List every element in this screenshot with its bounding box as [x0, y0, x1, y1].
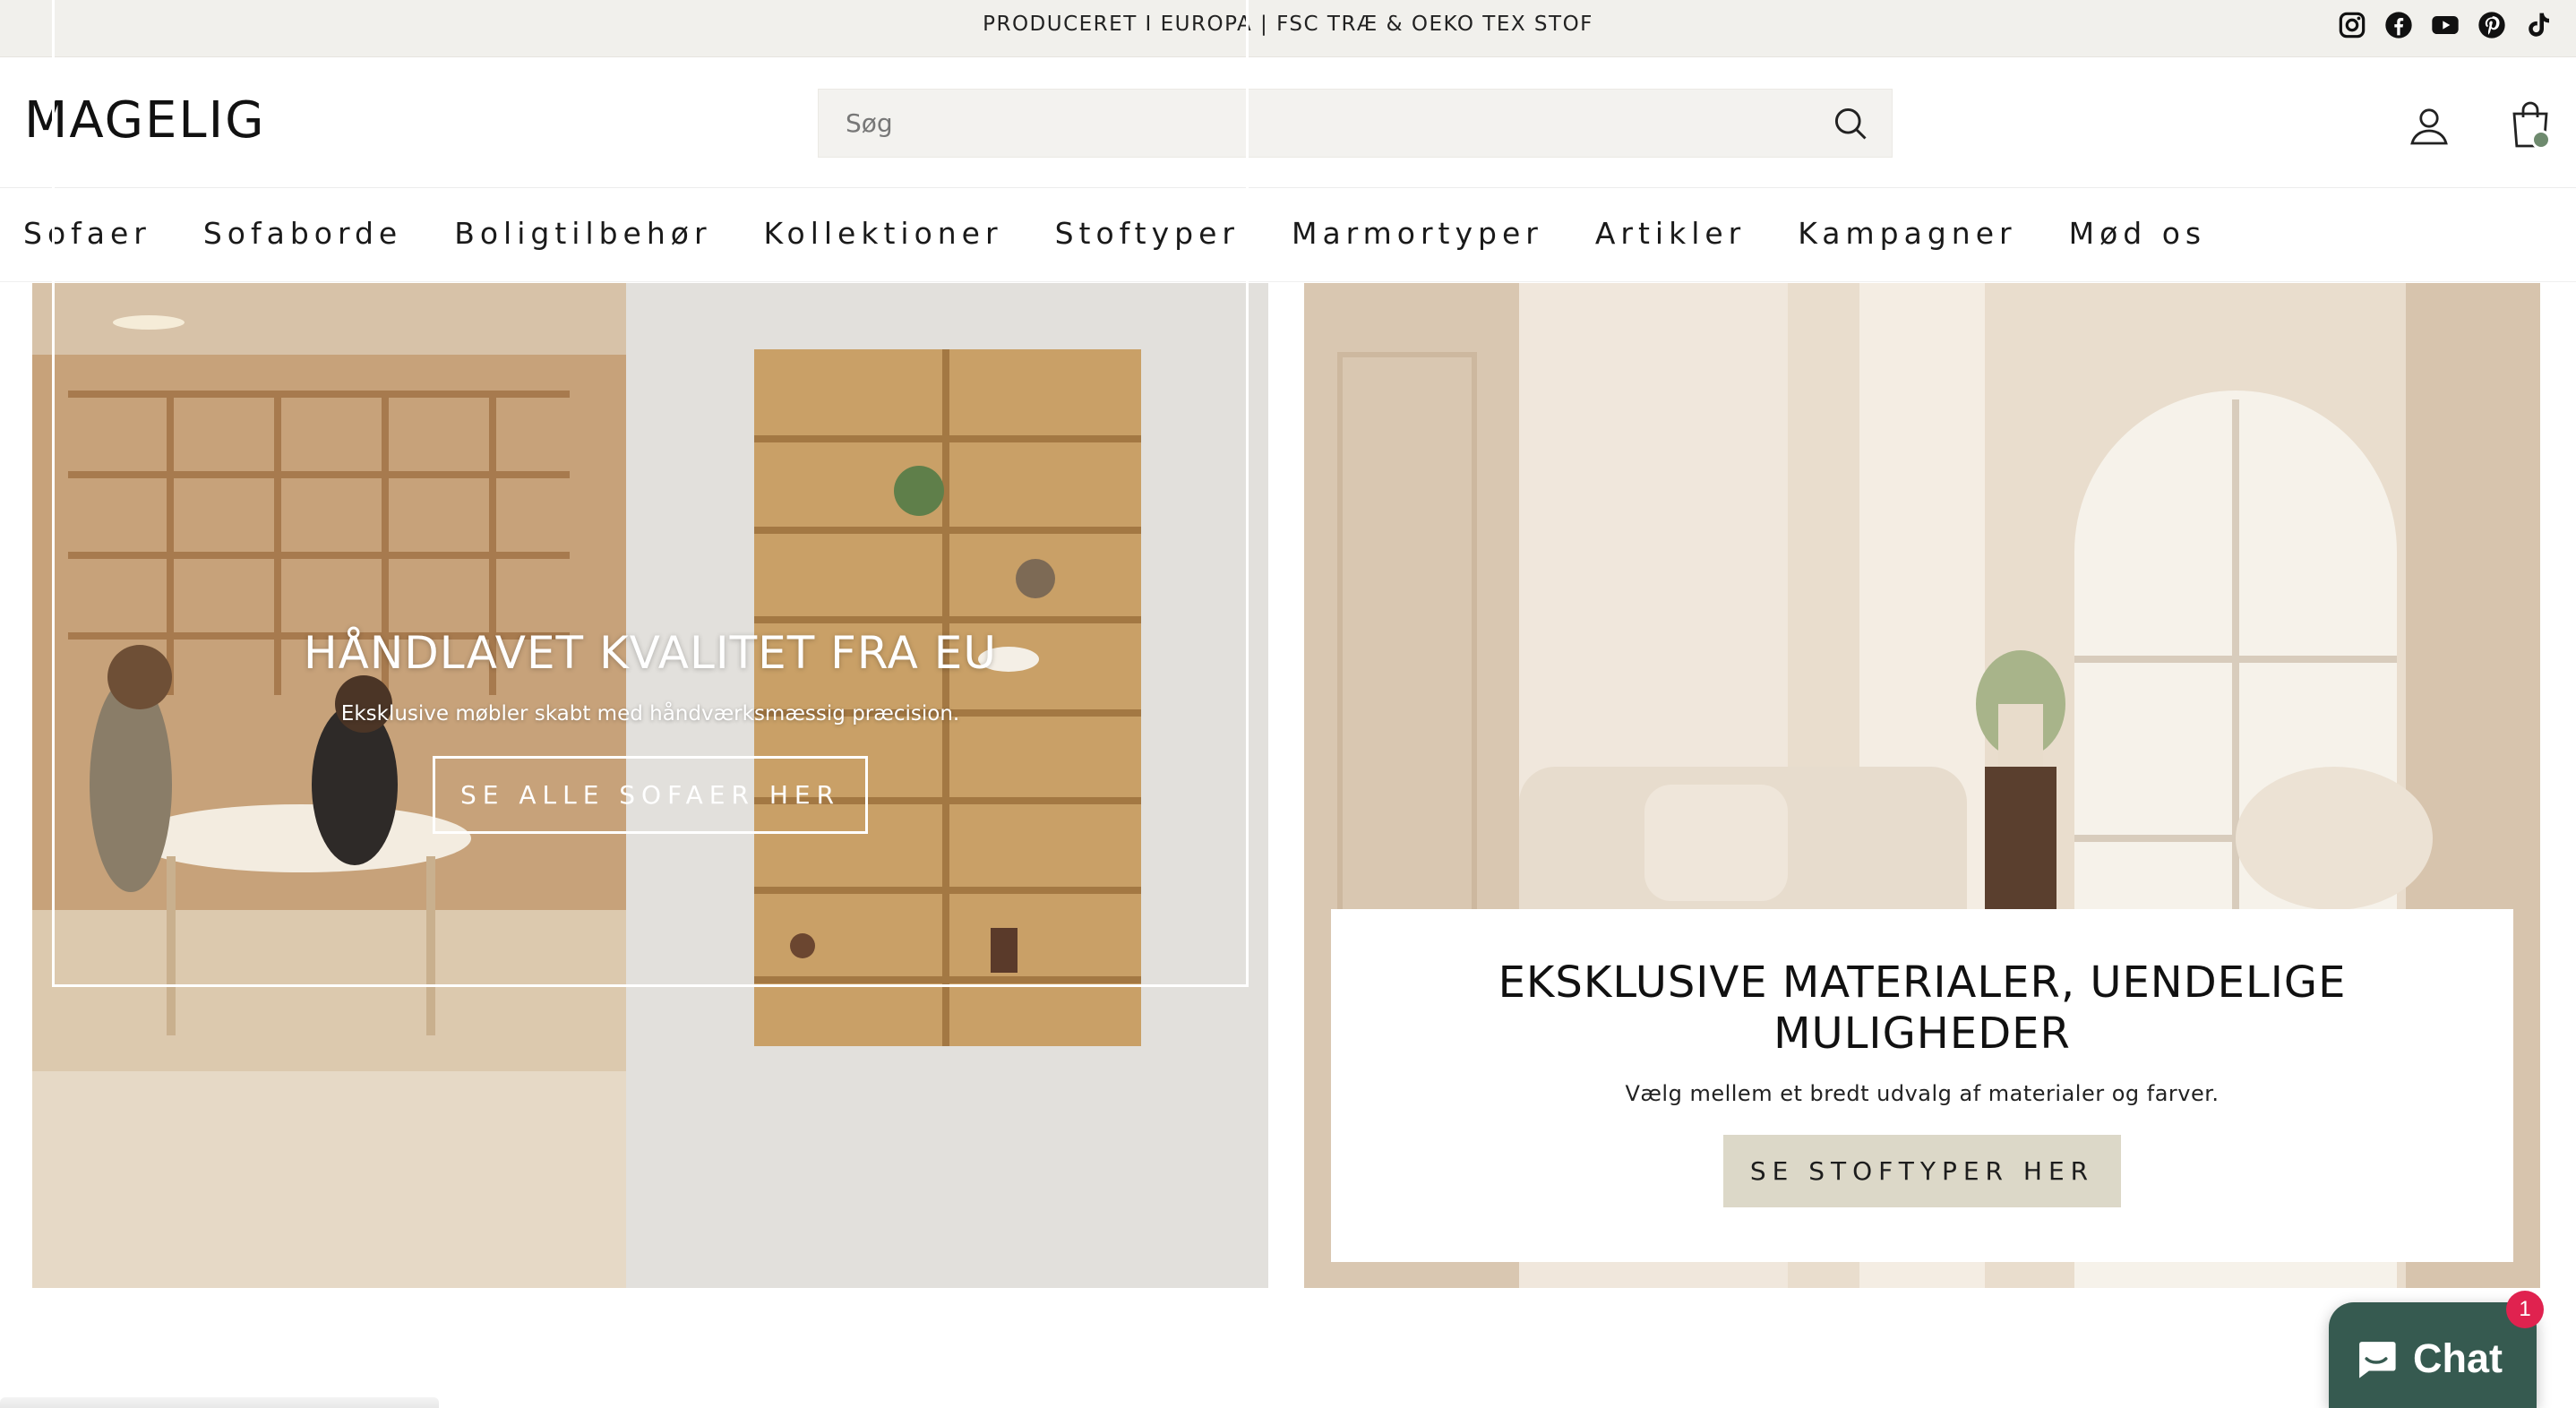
chat-bubble-icon — [2359, 1342, 2396, 1378]
materials-card-subtitle: Vælg mellem et bredt udvalg af materiale… — [1625, 1081, 2220, 1106]
nav-item-mod-os[interactable]: Mød os — [2069, 211, 2206, 256]
materials-card: EKSKLUSIVE MATERIALER, UENDELIGE MULIGHE… — [1331, 909, 2513, 1262]
hero-left-subtitle: Eksklusive møbler skabt med håndværksmæs… — [340, 702, 960, 725]
materials-card-title: EKSKLUSIVE MATERIALER, UENDELIGE MULIGHE… — [1498, 957, 2347, 1059]
see-fabric-types-button[interactable]: SE STOFTYPER HER — [1723, 1135, 2121, 1207]
social-links — [2336, 9, 2555, 41]
instagram-icon[interactable] — [2336, 9, 2368, 41]
youtube-icon[interactable] — [2429, 9, 2461, 41]
search-button[interactable] — [1831, 104, 1870, 143]
nav-item-artikler[interactable]: Artikler — [1595, 211, 1746, 256]
chat-label: Chat — [2413, 1335, 2503, 1381]
chat-widget-button[interactable]: Chat — [2329, 1302, 2537, 1408]
nav-item-kampagner[interactable]: Kampagner — [1798, 211, 2016, 256]
chat-unread-badge: 1 — [2506, 1291, 2544, 1328]
hero-left-title: HÅNDLAVET KVALITET FRA EU — [304, 627, 997, 679]
facebook-icon[interactable] — [2383, 9, 2415, 41]
tiktok-icon[interactable] — [2522, 9, 2555, 41]
bottom-popup-edge — [0, 1397, 439, 1408]
search-icon — [1834, 107, 1867, 140]
hero-left-frame — [52, 0, 1249, 987]
user-icon — [2410, 108, 2448, 145]
account-button[interactable] — [2408, 104, 2451, 147]
see-all-sofas-button[interactable]: SE ALLE SOFAER HER — [433, 756, 868, 834]
pinterest-icon[interactable] — [2476, 9, 2508, 41]
nav-item-marmortyper[interactable]: Marmortyper — [1292, 211, 1543, 256]
cart-count-badge — [2531, 130, 2551, 150]
